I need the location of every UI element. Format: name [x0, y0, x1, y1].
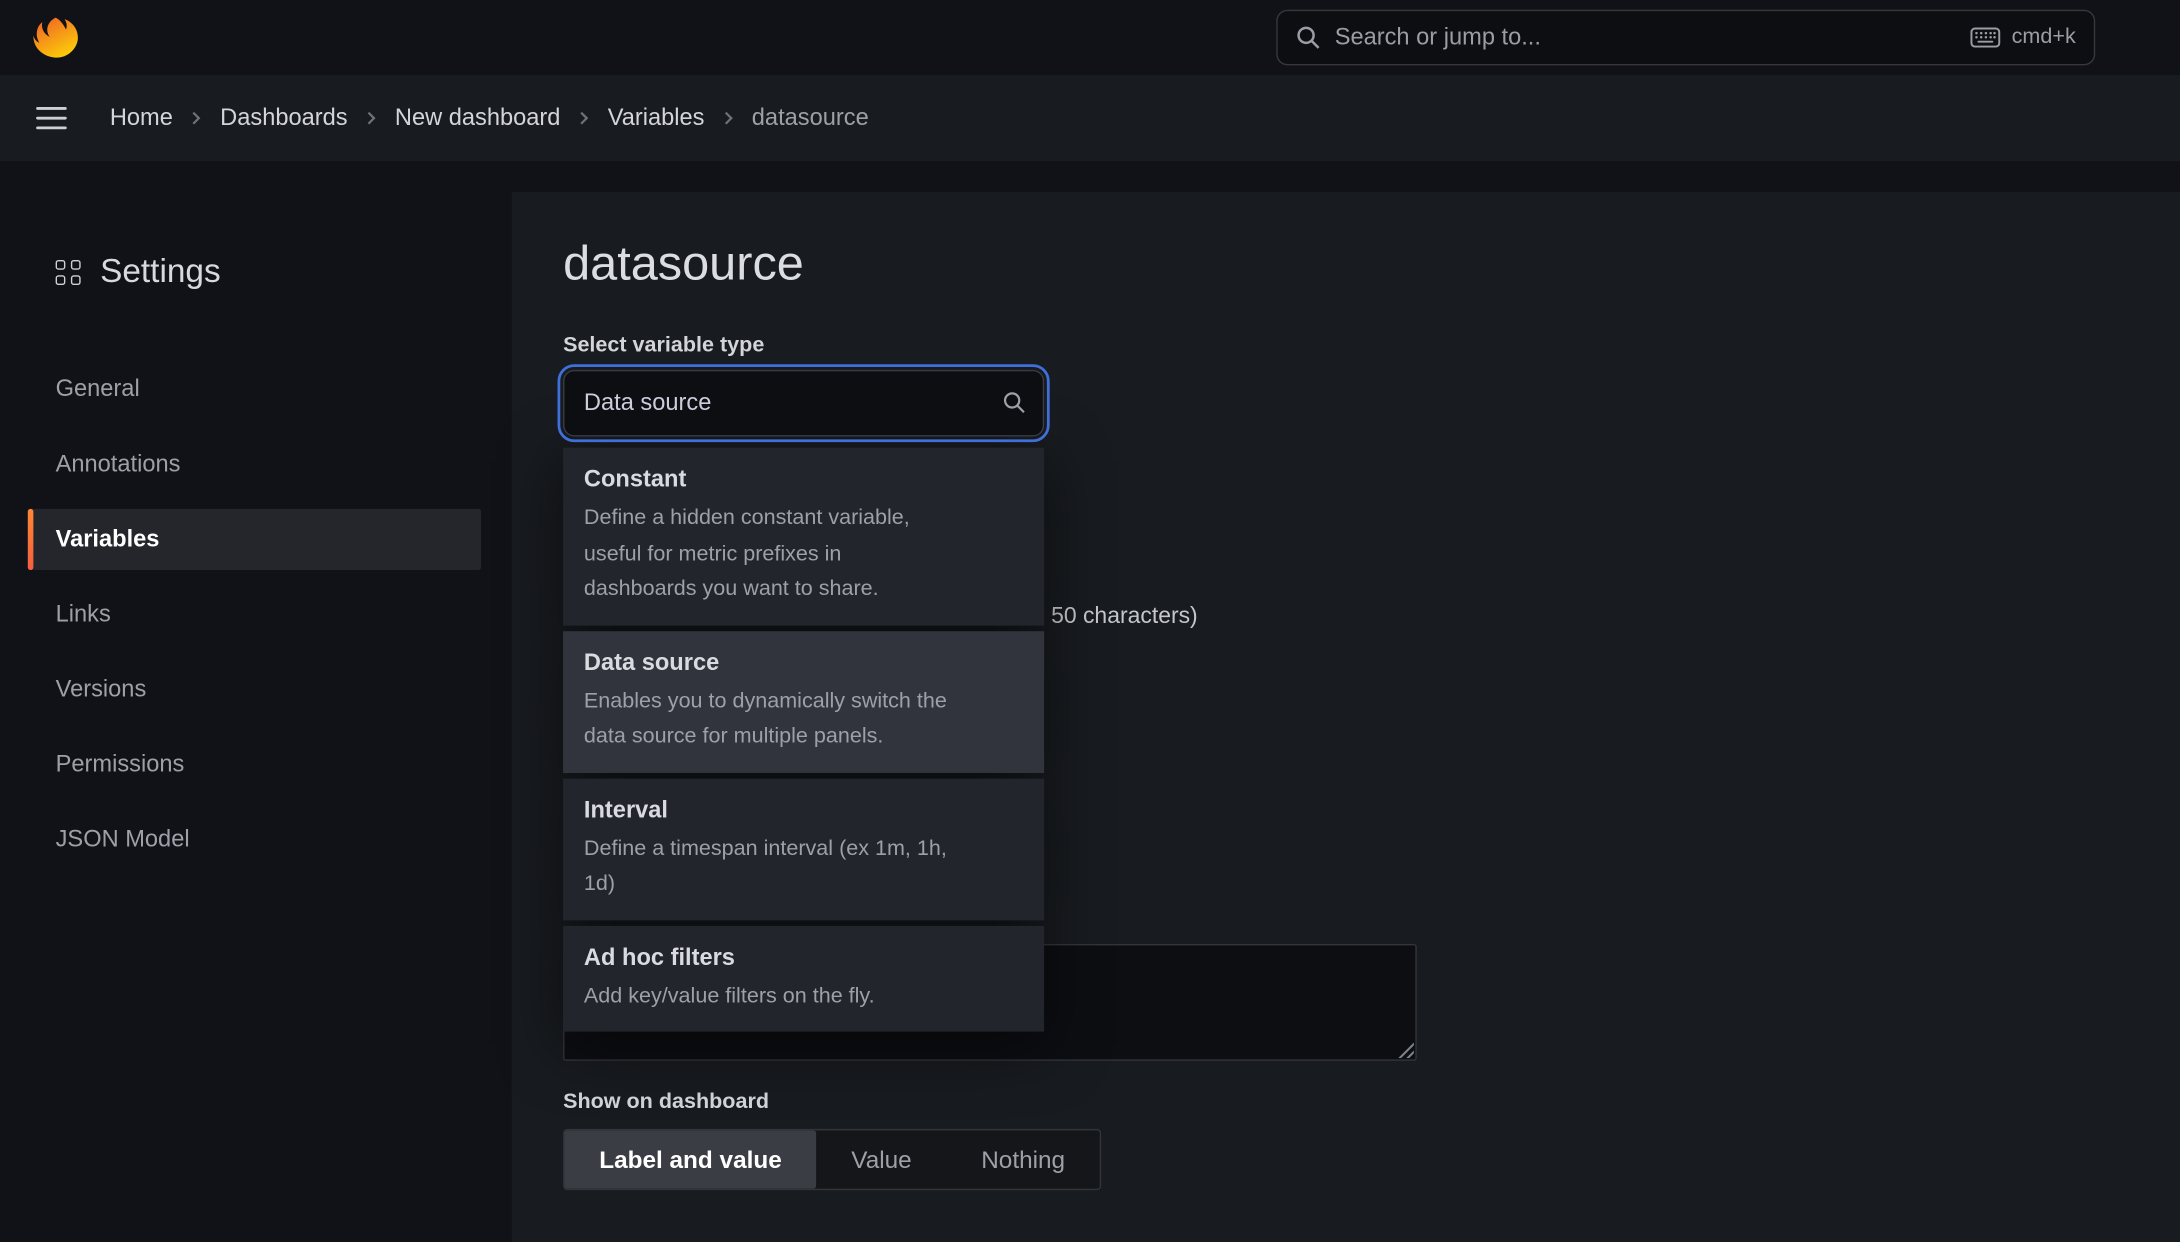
chevron-right-icon [720, 110, 737, 127]
grafana-app: cmd+k Home Dashboards New dashboard Vari… [0, 0, 2180, 1242]
label-hint-text-partial: 50 characters) [1051, 603, 1198, 629]
breadcrumb-new-dashboard[interactable]: New dashboard [395, 104, 561, 132]
grafana-flame-icon [32, 14, 79, 60]
shortcut-label: cmd+k [2012, 25, 2076, 50]
dropdown-option-interval[interactable]: Interval Define a timespan interval (ex … [563, 778, 1044, 920]
sidebar-item-annotations[interactable]: Annotations [28, 434, 481, 495]
variable-type-label: Select variable type [563, 334, 764, 359]
sidebar-item-variables[interactable]: Variables [28, 509, 481, 570]
chevron-right-icon [363, 110, 380, 127]
variable-editor-panel: datasource Select variable type Constant… [512, 192, 2180, 1242]
settings-heading: Settings [56, 253, 221, 292]
menu-icon[interactable] [36, 107, 67, 129]
variable-type-select [563, 370, 1044, 437]
chevron-right-icon [188, 110, 205, 127]
keyboard-icon [1970, 26, 2001, 48]
variable-type-dropdown: Constant Define a hidden constant variab… [563, 448, 1044, 1032]
grafana-logo[interactable] [32, 14, 79, 60]
variable-type-input[interactable] [563, 370, 1044, 437]
dropdown-option-ad-hoc-filters[interactable]: Ad hoc filters Add key/value filters on … [563, 925, 1044, 1031]
option-name: Ad hoc filters [584, 941, 1023, 974]
breadcrumb-home[interactable]: Home [110, 104, 173, 132]
apps-grid-icon [56, 260, 81, 285]
sidebar-item-versions[interactable]: Versions [28, 659, 481, 720]
search-box: cmd+k [1276, 10, 2095, 66]
sidebar-item-general[interactable]: General [28, 359, 481, 420]
search-icon [1296, 25, 1321, 50]
sidebar-item-permissions[interactable]: Permissions [28, 734, 481, 795]
option-name: Data source [584, 646, 1023, 679]
option-description: Define a hidden constant variable, usefu… [584, 501, 957, 607]
option-name: Interval [584, 793, 1023, 826]
option-description: Enables you to dynamically switch the da… [584, 683, 957, 754]
option-description: Define a timespan interval (ex 1m, 1h, 1… [584, 831, 957, 902]
shortcut-hint: cmd+k [1970, 25, 2076, 50]
breadcrumb-datasource: datasource [752, 104, 869, 132]
breadcrumb-bar: Home Dashboards New dashboard Variables … [0, 75, 2180, 161]
sidebar-item-json-model[interactable]: JSON Model [28, 809, 481, 870]
breadcrumb-variables[interactable]: Variables [608, 104, 705, 132]
chevron-right-icon [576, 110, 593, 127]
show-on-dashboard-radio-group: Label and value Value Nothing [563, 1129, 1101, 1190]
radio-value[interactable]: Value [817, 1130, 947, 1188]
page-title: datasource [563, 236, 804, 292]
breadcrumb: Home Dashboards New dashboard Variables … [110, 104, 869, 132]
option-description: Add key/value filters on the fly. [584, 978, 957, 1013]
search-input[interactable] [1335, 24, 1956, 52]
settings-sidebar: Settings General Annotations Variables L… [0, 161, 512, 1242]
radio-label-and-value[interactable]: Label and value [564, 1130, 816, 1188]
settings-heading-label: Settings [100, 253, 221, 292]
option-name: Constant [584, 463, 1023, 496]
dashboard-settings-canvas: Settings General Annotations Variables L… [0, 161, 2180, 1242]
settings-nav: General Annotations Variables Links Vers… [28, 359, 481, 885]
show-on-dashboard-label: Show on dashboard [563, 1090, 769, 1115]
top-bar: cmd+k [0, 0, 2180, 75]
breadcrumb-dashboards[interactable]: Dashboards [220, 104, 347, 132]
dropdown-option-constant[interactable]: Constant Define a hidden constant variab… [563, 448, 1044, 625]
dropdown-option-data-source[interactable]: Data source Enables you to dynamically s… [563, 631, 1044, 773]
sidebar-item-links[interactable]: Links [28, 584, 481, 645]
radio-nothing[interactable]: Nothing [946, 1130, 1099, 1188]
